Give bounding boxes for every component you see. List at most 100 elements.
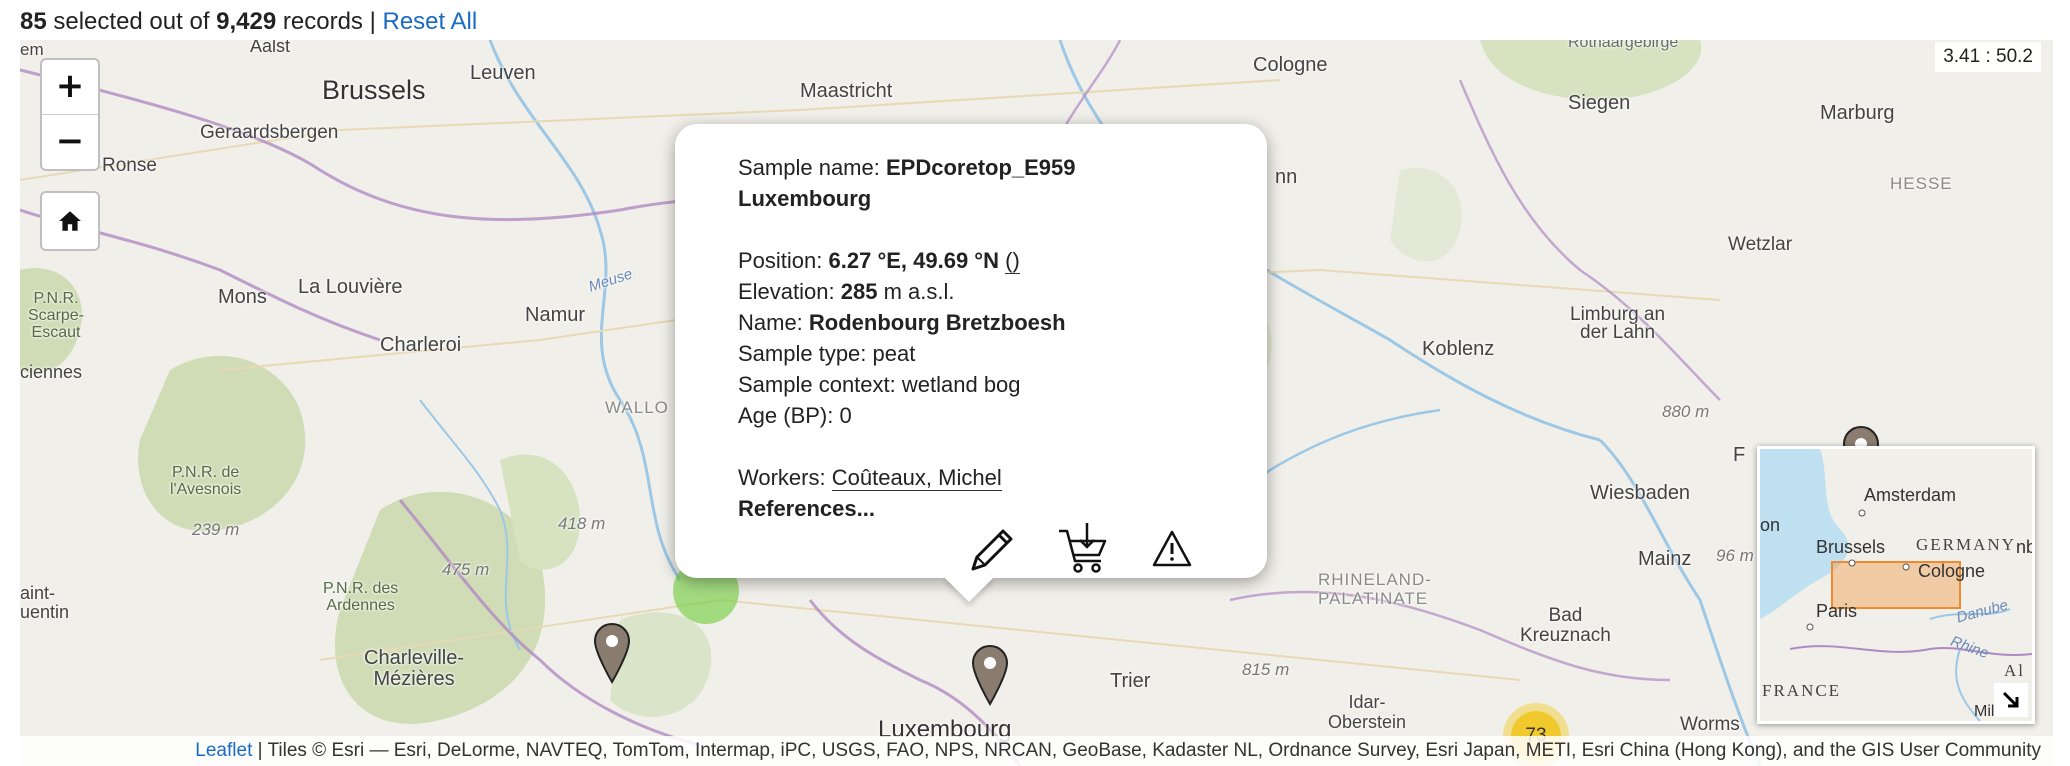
zoom-in-button[interactable]: + bbox=[42, 60, 98, 114]
elevation-unit: m a.s.l. bbox=[883, 279, 955, 304]
minimap-label-amsterdam: Amsterdam bbox=[1864, 485, 1957, 505]
zoom-control: + − bbox=[40, 58, 100, 171]
map-label-pnr-avesnois: P.N.R. de l'Avesnois bbox=[170, 464, 242, 498]
map-label-siegen: Siegen bbox=[1568, 92, 1631, 114]
map-label-idar-oberstein: Idar- Oberstein bbox=[1328, 692, 1407, 732]
edit-button[interactable] bbox=[967, 523, 1017, 580]
minimap-label-paris: Paris bbox=[1816, 601, 1858, 621]
leaflet-link[interactable]: Leaflet bbox=[195, 740, 252, 761]
map-label-f: F bbox=[1733, 444, 1746, 466]
home-icon bbox=[59, 211, 81, 231]
minimap-label-germany: GERMANY bbox=[1916, 535, 2016, 554]
map-label-pnr-scarpe: P.N.R. Scarpe- Escaut bbox=[28, 290, 85, 341]
map-label-mons: Mons bbox=[218, 286, 267, 308]
map-label-em: em bbox=[20, 40, 44, 59]
map-label-cologne: Cologne bbox=[1253, 54, 1328, 76]
sample-country: Luxembourg bbox=[738, 186, 872, 211]
arrow-expand-icon bbox=[2002, 691, 2019, 708]
zoom-out-button[interactable]: − bbox=[42, 114, 98, 169]
map-view[interactable]: em Aalst Brussels Leuven Maastricht Colo… bbox=[20, 40, 2053, 766]
map-label-aalst: Aalst bbox=[250, 40, 291, 56]
references-link[interactable]: References... bbox=[738, 496, 875, 521]
minimap-label-brussels: Brussels bbox=[1816, 537, 1886, 557]
popup-actions bbox=[967, 523, 1207, 589]
map-label-ronse: Ronse bbox=[102, 155, 157, 176]
position-label: Position: bbox=[738, 248, 823, 273]
records-text: records | bbox=[282, 8, 376, 35]
selected-text: selected out of bbox=[53, 8, 210, 35]
position-value: 6.27 °E, 49.69 °N bbox=[828, 248, 999, 273]
map-label-worms: Worms bbox=[1680, 714, 1740, 735]
pencil-icon bbox=[971, 529, 1013, 571]
minimap-toggle-button[interactable] bbox=[1994, 683, 2028, 717]
map-label-namur: Namur bbox=[525, 304, 586, 326]
total-count: 9,429 bbox=[216, 8, 277, 35]
map-label-rothaargebirge: Rothaargebirge bbox=[1568, 40, 1679, 51]
cart-download-icon bbox=[1059, 523, 1107, 573]
map-label-elev-418: 418 m bbox=[558, 514, 606, 533]
map-label-mainz: Mainz bbox=[1638, 548, 1692, 570]
report-issue-button[interactable] bbox=[1151, 529, 1193, 574]
minimap-label-on: on bbox=[1760, 515, 1781, 535]
map-label-marburg: Marburg bbox=[1820, 102, 1895, 124]
age-row: Age (BP): 0 bbox=[738, 400, 1076, 431]
position-link[interactable]: () bbox=[1005, 248, 1020, 274]
map-label-bad-kreuznach: Bad Kreuznach bbox=[1520, 605, 1611, 646]
minimap-label-cologne: Cologne bbox=[1918, 561, 1986, 581]
map-label-pnr-ardennes: P.N.R. des Ardennes bbox=[323, 580, 399, 614]
map-label-elev-815: 815 m bbox=[1242, 660, 1290, 679]
selection-summary: 85 selected out of 9,429 records | Reset… bbox=[20, 6, 477, 38]
age-value: 0 bbox=[839, 403, 852, 428]
map-label-la-louviere: La Louvière bbox=[298, 276, 403, 298]
age-label: Age (BP): bbox=[738, 403, 834, 428]
sample-context-label: Sample context: bbox=[738, 372, 896, 397]
minimap-label-france: FRANCE bbox=[1762, 681, 1842, 700]
map-label-wiesbaden: Wiesbaden bbox=[1590, 482, 1691, 504]
coordinate-readout: 3.41 : 50.2 bbox=[1935, 42, 2041, 72]
popup-content: Sample name: EPDcoretop_E959 Luxembourg … bbox=[738, 152, 1076, 524]
map-label-limburg: Limburg an der Lahn bbox=[1570, 304, 1666, 343]
workers-row: Workers: Coûteaux, Michel bbox=[738, 462, 1076, 493]
map-label-charleville: Charleville- Mézières bbox=[364, 647, 465, 690]
position-row: Position: 6.27 °E, 49.69 °N () bbox=[738, 245, 1076, 276]
site-name-label: Name: bbox=[738, 310, 803, 335]
map-label-elev-880: 880 m bbox=[1662, 402, 1710, 421]
map-label-elev-96: 96 m bbox=[1716, 546, 1754, 565]
attribution-text: | Tiles © Esri — Esri, DeLorme, NAVTEQ, … bbox=[257, 740, 2041, 761]
warning-icon bbox=[1152, 530, 1192, 567]
map-label-rhineland: RHINELAND- PALATINATE bbox=[1318, 570, 1432, 608]
sample-type-label: Sample type: bbox=[738, 341, 867, 366]
elevation-row: Elevation: 285 m a.s.l. bbox=[738, 276, 1076, 307]
map-label-maastricht: Maastricht bbox=[800, 80, 893, 102]
sample-context-value: wetland bog bbox=[901, 372, 1021, 397]
map-label-geraardsbergen: Geraardsbergen bbox=[200, 122, 339, 143]
site-name-value: Rodenbourg Bretzboesh bbox=[808, 310, 1066, 335]
map-attribution: Leaflet | Tiles © Esri — Esri, DeLorme, … bbox=[20, 736, 2053, 766]
map-label-nn: nn bbox=[1275, 166, 1298, 188]
download-cart-button[interactable] bbox=[1055, 521, 1111, 582]
elevation-value: 285 bbox=[840, 279, 878, 304]
map-label-hesse: HESSE bbox=[1890, 174, 1953, 193]
site-name-row: Name: Rodenbourg Bretzboesh bbox=[738, 307, 1076, 338]
sample-type-value: peat bbox=[872, 341, 916, 366]
home-button[interactable] bbox=[40, 191, 100, 251]
map-label-ciennes: ciennes bbox=[20, 362, 83, 382]
sample-type-row: Sample type: peat bbox=[738, 338, 1076, 369]
reset-all-link[interactable]: Reset All bbox=[383, 8, 478, 35]
workers-label: Workers: bbox=[738, 465, 826, 490]
map-pin-icon[interactable] bbox=[971, 644, 1009, 706]
elevation-label: Elevation: bbox=[738, 279, 835, 304]
map-label-koblenz: Koblenz bbox=[1422, 338, 1495, 360]
sample-context-row: Sample context: wetland bog bbox=[738, 369, 1076, 400]
map-label-brussels: Brussels bbox=[322, 75, 426, 105]
sample-name-row: Sample name: EPDcoretop_E959 bbox=[738, 152, 1076, 183]
map-label-leuven: Leuven bbox=[470, 62, 536, 84]
sample-name-value: EPDcoretop_E959 bbox=[885, 155, 1076, 180]
sample-name-label: Sample name: bbox=[738, 155, 880, 180]
map-pin-icon[interactable] bbox=[593, 622, 631, 684]
minimap[interactable]: Amsterdam Brussels GERMANY Cologne Paris… bbox=[1757, 446, 2035, 724]
minimap-label-al: Al bbox=[2004, 661, 2025, 680]
workers-link[interactable]: Coûteaux, Michel bbox=[831, 465, 1002, 491]
map-label-trier: Trier bbox=[1110, 670, 1151, 692]
map-label-charleroi: Charleroi bbox=[380, 334, 462, 356]
